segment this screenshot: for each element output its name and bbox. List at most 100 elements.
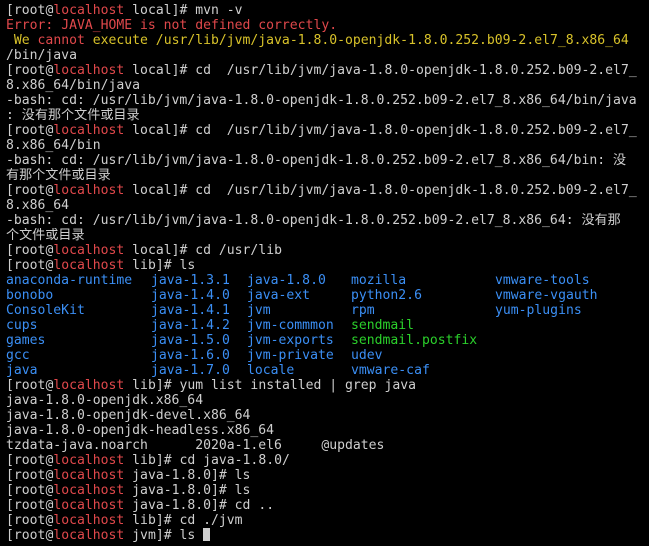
prompt-dir: java-1.8.0 (132, 498, 212, 513)
ls-entry: jvm-exports (247, 333, 334, 348)
command-text: ls (179, 258, 196, 273)
prompt-line: [root@localhost local]# mvn -v (6, 3, 243, 18)
prompt-line: [root@localhost local]# cd /usr/lib/jvm/… (6, 63, 637, 78)
ls-row: bonobo java-1.4.0 java-ext python2.6 vmware-… (6, 288, 649, 303)
prompt-dir: java-1.8.0 (132, 468, 212, 483)
output-line: 8.x86_64/bin (6, 138, 101, 153)
output-line: tzdata-java.noarch 2020a-1.el6 @updates (6, 438, 385, 453)
output-line: java-1.8.0-openjdk.x86_64 (6, 393, 204, 408)
ls-entry (495, 318, 645, 333)
prompt-user: root (13, 498, 46, 513)
prompt-user: root (13, 183, 46, 198)
ls-entry: java-ext (247, 288, 311, 303)
ls-entry: java-1.4.0 (151, 288, 230, 303)
ls-entry: sendmail.postfix (351, 333, 478, 348)
output-line: java-1.8.0-openjdk-devel.x86_64 (6, 408, 251, 423)
ls-entry: java (6, 363, 38, 378)
output-line: 个文件或目录 (6, 228, 85, 243)
prompt-host: localhost (53, 513, 125, 528)
prompt-user: root (13, 513, 46, 528)
prompt-dir: local (132, 123, 172, 138)
command-text: cd /usr/lib/jvm/java-1.8.0-openjdk-1.8.0… (195, 123, 637, 138)
prompt-dir: lib (132, 513, 156, 528)
terminal-window[interactable]: [root@localhost local]# mvn -v Error: JAV… (0, 0, 649, 546)
prompt-user: root (13, 258, 46, 273)
command-text: cd java-1.8.0/ (179, 453, 290, 468)
prompt-user: root (13, 483, 46, 498)
ls-row: ConsoleKit java-1.4.1 jvm rpm yum-plugins (6, 303, 649, 318)
prompt-dir: local (132, 3, 172, 18)
prompt-line: [root@localhost java-1.8.0]# cd .. (6, 498, 275, 513)
ls-row: java java-1.7.0 locale vmware-caf (6, 363, 649, 378)
prompt-dir: local (132, 243, 172, 258)
prompt-line: [root@localhost lib]# yum list installed… (6, 378, 416, 393)
command-text: cd .. (234, 498, 275, 513)
ls-entry: jvm-private (247, 348, 334, 363)
prompt-user: root (13, 3, 46, 18)
prompt-line: [root@localhost local]# cd /usr/lib (6, 243, 282, 258)
error-label: Error (6, 18, 46, 33)
cursor-block (203, 528, 211, 541)
warning-prefix: We (6, 33, 38, 48)
command-text: cd /usr/lib/jvm/java-1.8.0-openjdk-1.8.0… (195, 183, 637, 198)
ls-row: gcc java-1.6.0 jvm-private udev (6, 348, 649, 363)
prompt-line: [root@localhost lib]# cd ./jvm (6, 513, 243, 528)
prompt-host: localhost (53, 63, 125, 78)
prompt-host: localhost (53, 183, 125, 198)
ls-entry: anaconda-runtime (6, 273, 133, 288)
ls-entry: rpm (351, 303, 375, 318)
prompt-host: localhost (53, 483, 125, 498)
ls-entry: vmware-vgauth (495, 288, 598, 303)
ls-entry: vmware-tools (495, 273, 590, 288)
ls-entry: java-1.3.1 (151, 273, 230, 288)
prompt-user: root (13, 378, 46, 393)
prompt-user: root (13, 453, 46, 468)
prompt-host: localhost (53, 453, 125, 468)
prompt-user: root (13, 243, 46, 258)
output-line: 8.x86_64 (6, 198, 70, 213)
prompt-dir: lib (132, 378, 156, 393)
output-line: -bash: cd: /usr/lib/jvm/java-1.8.0-openj… (6, 153, 627, 168)
ls-entry: sendmail (351, 318, 415, 333)
prompt-host: localhost (53, 528, 125, 543)
prompt-dir: lib (132, 258, 156, 273)
ls-entry (495, 348, 645, 363)
command-text: ls (234, 468, 251, 483)
ls-entry: java-1.8.0 (247, 273, 326, 288)
prompt-user: root (13, 468, 46, 483)
ls-entry: python2.6 (351, 288, 422, 303)
prompt-line: [root@localhost java-1.8.0]# ls (6, 468, 251, 483)
command-text: mvn -v (195, 3, 243, 18)
ls-entry (495, 363, 645, 378)
prompt-dir: local (132, 183, 172, 198)
ls-entry: games (6, 333, 46, 348)
warning-line: We cannot execute /usr/lib/jvm/java-1.8.… (6, 33, 649, 48)
output-line: 有那个文件或目录 (6, 168, 111, 183)
prompt-host: localhost (53, 498, 125, 513)
prompt-dir: lib (132, 453, 156, 468)
prompt-dir: java-1.8.0 (132, 483, 212, 498)
ls-entry: java-1.5.0 (151, 333, 230, 348)
prompt-host: localhost (53, 123, 125, 138)
prompt-host: localhost (53, 378, 125, 393)
prompt-line: [root@localhost lib]# ls (6, 258, 196, 273)
ls-row: cups java-1.4.2 jvm-commmon sendmail (6, 318, 649, 333)
ls-entry (495, 333, 645, 348)
output-line: /bin/java (6, 48, 77, 63)
ls-entry: java-1.6.0 (151, 348, 230, 363)
prompt-line: [root@localhost local]# cd /usr/lib/jvm/… (6, 183, 637, 198)
ls-entry: java-1.4.1 (151, 303, 230, 318)
warning-path: execute /usr/lib/jvm/java-1.8.0-openjdk-… (84, 33, 629, 48)
ls-entry: gcc (6, 348, 30, 363)
prompt-line: [root@localhost local]# cd /usr/lib/jvm/… (6, 123, 637, 138)
ls-entry: jvm-commmon (247, 318, 334, 333)
command-text: cd /usr/lib/jvm/java-1.8.0-openjdk-1.8.0… (195, 63, 637, 78)
output-line: 8.x86_64/bin/java (6, 78, 141, 93)
ls-entry: udev (351, 348, 383, 363)
ls-row: games java-1.5.0 jvm-exports sendmail.postf… (6, 333, 649, 348)
ls-entry: mozilla (351, 273, 407, 288)
output-line: java-1.8.0-openjdk-headless.x86_64 (6, 423, 275, 438)
command-text: yum list installed | grep java (179, 378, 416, 393)
command-text: cd /usr/lib (195, 243, 282, 258)
output-line: : 没有那个文件或目录 (6, 108, 140, 123)
